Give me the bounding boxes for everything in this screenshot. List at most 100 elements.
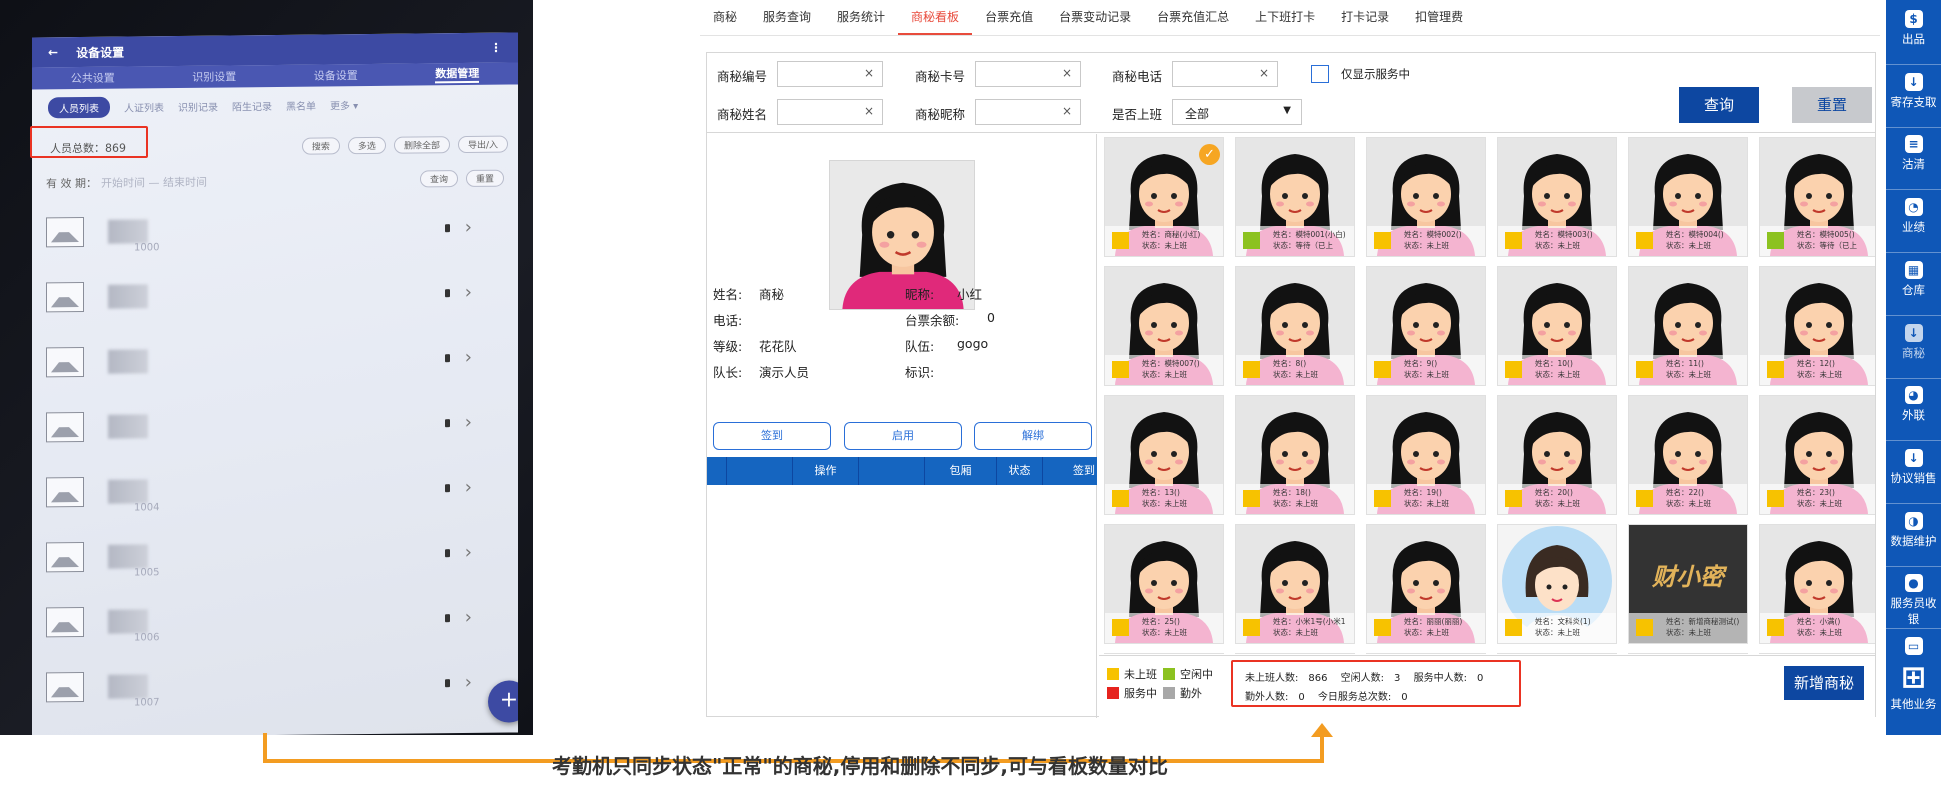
sidebar-item[interactable]: ≡ 沽清 [1886,135,1941,172]
phone-tab-data[interactable]: 数据管理 [435,64,480,84]
phone-list-item[interactable]: 1000 › [32,194,518,264]
trash-icon[interactable] [445,353,450,362]
name-input[interactable]: × [777,99,883,125]
phone-list-item[interactable]: 1006 › [32,584,518,654]
nav-item[interactable]: 台票充值 [972,0,1046,35]
back-arrow-icon[interactable]: ← [48,45,58,59]
clear-icon[interactable]: × [1062,104,1072,118]
phone-tab-device[interactable]: 设备设置 [314,67,358,83]
phone-import-export-button[interactable]: 导出/入 [457,135,508,153]
staff-card[interactable]: 姓名：文科炎(1) 状态：未上班 [1498,525,1616,643]
sidebar-item[interactable]: ↓ 协议销售 [1886,448,1941,486]
sidebar-item[interactable]: ● 服务员收银 [1886,574,1941,627]
nav-item[interactable]: 服务统计 [824,0,898,35]
phone-delete-all-button[interactable]: 删除全部 [393,135,450,154]
staff-card[interactable]: 姓名：9() 状态：未上班 [1367,267,1485,385]
staff-card[interactable]: 姓名：商秘(小红) 状态：未上班 ✓ [1105,138,1223,256]
phone-subtab-records[interactable]: 识别记录 [178,99,218,114]
staff-card[interactable]: 姓名：模特004() 状态：未上班 [1629,138,1747,256]
staff-card[interactable]: 姓名：模特005() 状态：等待（已上 [1760,138,1875,256]
phone-subtab-blacklist[interactable]: 黑名单 [286,98,316,113]
phone-subtab-stranger[interactable]: 陌生记录 [232,98,272,113]
staff-card[interactable]: 财小密 姓名：新增商秘测试() 状态：未上班 [1629,525,1747,643]
phone-add-fab[interactable]: + [488,680,518,723]
phone-validity-range[interactable]: 开始时间 — 结束时间 [101,171,420,190]
code-input[interactable]: × [777,61,883,87]
phone-query-button[interactable]: 查询 [419,170,458,188]
trash-icon[interactable] [445,418,450,427]
trash-icon[interactable] [445,548,450,557]
staff-card[interactable]: 姓名：丽丽(丽丽) 状态：未上班 [1367,525,1485,643]
trash-icon[interactable] [445,288,450,297]
staff-card[interactable]: 姓名：小满() 状态：未上班 [1760,525,1875,643]
trash-icon[interactable] [445,223,450,232]
staff-card[interactable]: 姓名：12() 状态：未上班 [1760,267,1875,385]
staff-card[interactable]: 姓名：20() 状态：未上班 [1498,396,1616,514]
unbind-button[interactable]: 解绑 [974,422,1092,450]
only-service-checkbox[interactable] [1311,65,1329,83]
staff-card[interactable]: 姓名：25() 状态：未上班 [1105,525,1223,643]
more-vert-icon[interactable]: ⋮ [490,41,502,55]
phone-list-item[interactable]: › [32,324,518,394]
onduty-select[interactable]: 全部 ▼ [1172,99,1302,125]
phone-list-item[interactable]: 1007 › [32,649,518,719]
staff-card[interactable]: 姓名：11() 状态：未上班 [1629,267,1747,385]
card-input[interactable]: × [975,61,1081,87]
clear-icon[interactable]: × [1259,66,1269,80]
phone-subtab-more[interactable]: 更多 ▾ [330,97,358,112]
add-staff-button[interactable]: 新增商秘 [1784,666,1864,700]
nick-input[interactable]: × [975,99,1081,125]
phone-subtab-people[interactable]: 人员列表 [48,96,110,119]
phone-list-item[interactable]: › [32,389,518,459]
nav-item[interactable]: 商秘看板 [898,0,973,35]
phone-tab-public[interactable]: 公共设置 [71,70,115,86]
staff-card[interactable]: 姓名：18() 状态：未上班 [1236,396,1354,514]
staff-card[interactable]: 姓名：23() 状态：未上班 [1760,396,1875,514]
staff-card[interactable]: 姓名：8() 状态：未上班 [1236,267,1354,385]
nav-item[interactable]: 上下班打卡 [1242,0,1328,35]
staff-card[interactable]: 姓名：22() 状态：未上班 [1629,396,1747,514]
staff-card[interactable]: 姓名：19() 状态：未上班 [1367,396,1485,514]
staff-card[interactable]: 姓名：10() 状态：未上班 [1498,267,1616,385]
staff-card[interactable]: 姓名：小米1号(小米1 状态：未上班 [1236,525,1354,643]
reset-button[interactable]: 重置 [1792,87,1872,123]
nav-item[interactable]: 服务查询 [750,0,824,35]
nav-item[interactable]: 打卡记录 [1328,0,1402,35]
clear-icon[interactable]: × [864,66,874,80]
enable-button[interactable]: 启用 [844,422,962,450]
sidebar-item[interactable]: $ 出品 [1886,10,1941,47]
sidebar-item[interactable]: ↓ 寄存支取 [1886,72,1941,110]
sidebar-item[interactable]: ◕ 外联 [1886,386,1941,423]
nav-item[interactable]: 商秘 [700,0,750,35]
phone-input[interactable]: × [1172,61,1278,87]
sidebar-item[interactable]: ◑ 数据维护 [1886,511,1941,549]
trash-icon[interactable] [445,483,450,492]
phone-search-button[interactable]: 搜索 [301,136,340,155]
sidebar-item[interactable]: ⊞ 其他业务 [1886,663,1941,712]
nav-item[interactable]: 扣管理费 [1402,0,1476,35]
phone-multiselect-button[interactable]: 多选 [347,136,386,154]
phone-list-item[interactable]: › [32,259,518,329]
sidebar-item[interactable]: ◔ 业绩 [1886,198,1941,235]
phone-subtab-idcard[interactable]: 人证列表 [124,99,164,114]
staff-card[interactable]: 姓名：模特007() 状态：未上班 [1105,267,1223,385]
staff-card[interactable]: 姓名：13() 状态：未上班 [1105,396,1223,514]
sidebar-item[interactable]: ▭ [1886,637,1941,658]
sidebar-item[interactable]: ▦ 仓库 [1886,260,1941,298]
phone-list-item[interactable]: 1005 › [32,519,518,589]
staff-card[interactable]: 姓名：模特002() 状态：未上班 [1367,138,1485,256]
staff-card[interactable]: 姓名：模特003() 状态：未上班 [1498,138,1616,256]
nav-item[interactable]: 台票变动记录 [1046,0,1144,35]
sidebar-item[interactable]: ↓ 商秘 [1886,323,1941,361]
clear-icon[interactable]: × [1062,66,1072,80]
sign-in-button[interactable]: 签到 [713,422,831,450]
phone-list-item[interactable]: 1004 › [32,454,518,524]
nav-item[interactable]: 台票充值汇总 [1144,0,1242,35]
query-button[interactable]: 查询 [1679,87,1759,123]
trash-icon[interactable] [445,678,450,687]
phone-tab-recognition[interactable]: 识别设置 [192,68,236,84]
clear-icon[interactable]: × [864,104,874,118]
staff-card[interactable]: 姓名：模特001(小白) 状态：等待（已上 [1236,138,1354,256]
trash-icon[interactable] [445,613,450,622]
phone-reset-button[interactable]: 重置 [465,169,504,187]
